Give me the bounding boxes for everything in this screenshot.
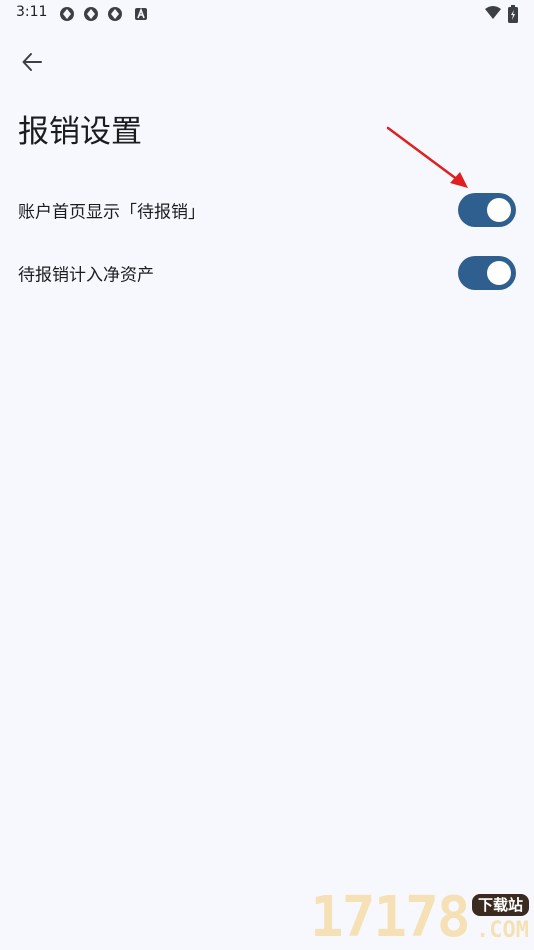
status-bar: 3:11: [0, 0, 534, 28]
page-title: 报销设置: [18, 114, 142, 150]
back-button[interactable]: [14, 46, 50, 82]
watermark-digits: 17178: [310, 885, 471, 950]
switch-thumb: [487, 261, 511, 285]
setting-label: 待报销计入净资产: [18, 265, 154, 286]
setting-label: 账户首页显示「待报销」: [18, 202, 205, 223]
aperture-icon: [107, 6, 123, 22]
watermark-suffix: .COM: [476, 918, 529, 943]
annotation-arrow-icon: [386, 126, 468, 188]
switch-thumb: [487, 198, 511, 222]
battery-charging-icon: [508, 5, 518, 27]
watermark-logo: 17178 下载站 .COM: [310, 886, 534, 950]
aperture-icon: [83, 6, 99, 22]
watermark-badge: 下载站: [472, 894, 530, 916]
status-time: 3:11: [16, 4, 48, 20]
arrow-left-icon: [21, 51, 43, 77]
aperture-icon: [59, 6, 75, 22]
wifi-icon: [484, 5, 502, 25]
net-assets-toggle[interactable]: [458, 256, 516, 290]
setting-row-net-assets[interactable]: 待报销计入净资产: [0, 245, 534, 301]
a-badge-icon: [134, 6, 150, 22]
